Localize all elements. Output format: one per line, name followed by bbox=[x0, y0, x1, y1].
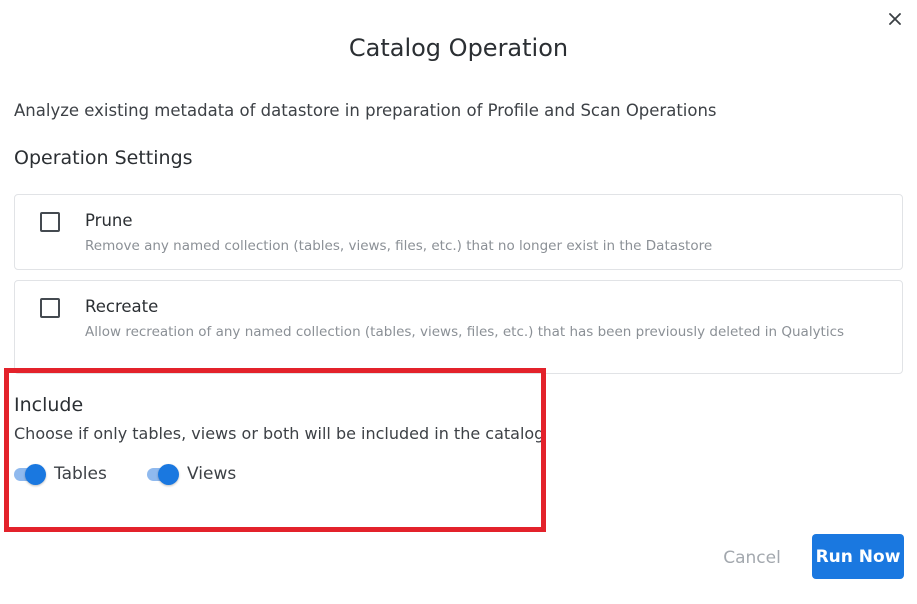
recreate-option-card[interactable]: Recreate Allow recreation of any named c… bbox=[14, 280, 903, 374]
run-now-button[interactable]: Run Now bbox=[812, 534, 904, 579]
dialog-title: Catalog Operation bbox=[348, 34, 569, 62]
recreate-checkbox[interactable] bbox=[40, 298, 60, 318]
cancel-button[interactable]: Cancel bbox=[710, 540, 794, 576]
prune-label: Prune bbox=[85, 211, 133, 230]
dialog-description: Analyze existing metadata of datastore i… bbox=[14, 101, 717, 120]
prune-option-card[interactable]: Prune Remove any named collection (table… bbox=[14, 194, 903, 270]
close-button[interactable] bbox=[884, 8, 906, 30]
highlight-annotation-box bbox=[4, 368, 546, 532]
recreate-label: Recreate bbox=[85, 297, 159, 316]
recreate-description: Allow recreation of any named collection… bbox=[85, 324, 845, 340]
close-icon bbox=[889, 13, 901, 25]
prune-description: Remove any named collection (tables, vie… bbox=[85, 238, 713, 254]
prune-checkbox[interactable] bbox=[40, 212, 60, 232]
operation-settings-title: Operation Settings bbox=[14, 147, 193, 169]
